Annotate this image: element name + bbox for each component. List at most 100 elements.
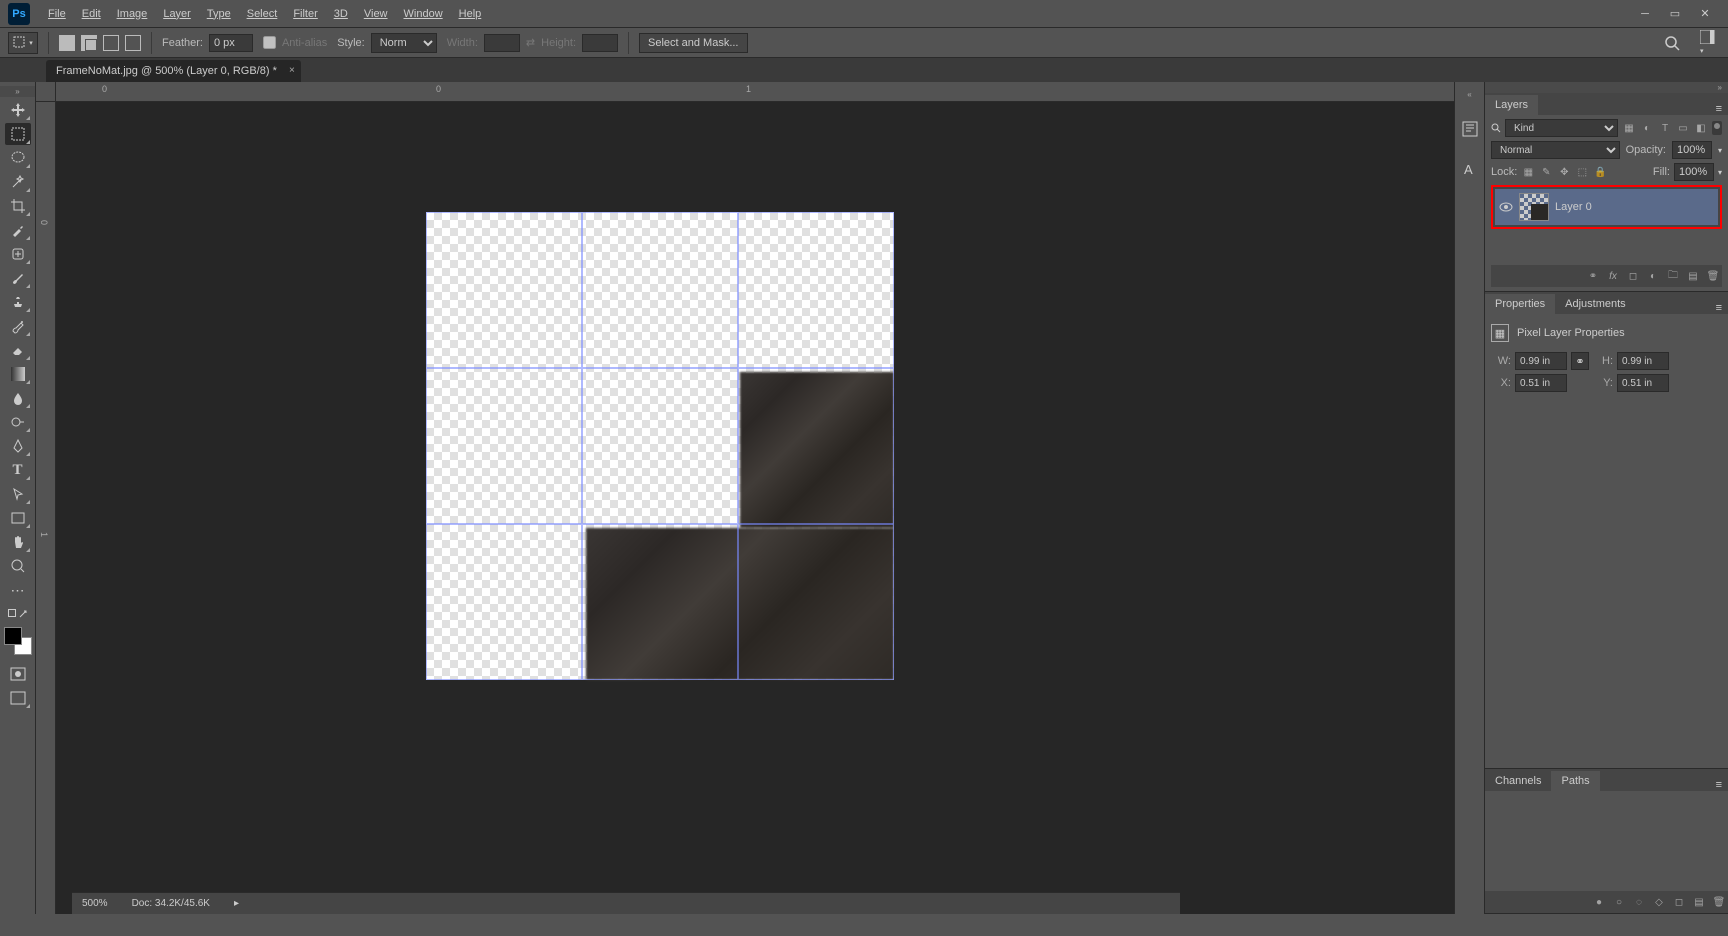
character-panel-icon[interactable]: A [1460,159,1480,179]
canvas-area[interactable]: 0 0 1 0 1 [36,82,1454,914]
menu-layer[interactable]: Layer [155,4,199,24]
group-icon[interactable]: 🗀 [1666,269,1680,283]
pen-tool[interactable] [5,435,31,457]
crop-tool[interactable] [5,195,31,217]
lasso-tool[interactable] [5,147,31,169]
menu-3d[interactable]: 3D [326,4,356,24]
quick-mask-toggle[interactable] [5,663,31,685]
clone-stamp-tool[interactable] [5,291,31,313]
visibility-toggle-icon[interactable] [1499,200,1513,214]
lock-position-icon[interactable]: ✥ [1557,165,1571,179]
ruler-vertical[interactable]: 0 1 [36,102,56,914]
adjustment-layer-icon[interactable]: ◐ [1646,269,1660,283]
menu-type[interactable]: Type [199,4,239,24]
adjustments-tab[interactable]: Adjustments [1555,294,1636,314]
opacity-dropdown-icon[interactable]: ▾ [1718,146,1722,155]
ruler-horizontal[interactable]: 0 0 1 [56,82,1454,102]
link-wh-icon[interactable]: ⚭ [1571,352,1589,370]
menu-view[interactable]: View [356,4,396,24]
tool-preset-picker[interactable]: ▾ [8,32,38,54]
selection-intersect-icon[interactable] [125,35,141,51]
selection-new-icon[interactable] [59,35,75,51]
layer-name[interactable]: Layer 0 [1555,201,1592,213]
zoom-tool[interactable] [5,555,31,577]
new-path-icon[interactable]: ▤ [1692,895,1706,909]
lock-artboard-icon[interactable]: ⬚ [1575,165,1589,179]
window-minimize-button[interactable]: ─ [1638,7,1652,21]
swap-wh-icon[interactable]: ⇄ [526,36,535,49]
path-selection-tool[interactable] [5,483,31,505]
window-close-button[interactable]: ✕ [1698,7,1712,21]
hand-tool[interactable] [5,531,31,553]
ruler-origin[interactable] [36,82,56,102]
screen-mode-toggle[interactable] [5,687,31,709]
blur-tool[interactable] [5,387,31,409]
filter-type-icon[interactable]: T [1658,121,1672,135]
search-icon[interactable] [1664,35,1680,51]
toolbar-toggle[interactable]: » [0,86,35,97]
menu-image[interactable]: Image [109,4,156,24]
filter-pixel-icon[interactable]: ▦ [1622,121,1636,135]
path-to-selection-icon[interactable]: ◌ [1632,895,1646,909]
type-tool[interactable]: T [5,459,31,481]
prop-x-input[interactable] [1515,374,1567,392]
menu-filter[interactable]: Filter [285,4,325,24]
feather-input[interactable] [209,34,253,52]
filter-smart-icon[interactable]: ◧ [1694,121,1708,135]
dock-toggle[interactable]: « [1467,90,1471,99]
right-dock-toggle[interactable]: » [1485,82,1728,93]
lock-pixels-icon[interactable]: ✎ [1539,165,1553,179]
status-flyout-icon[interactable]: ▸ [234,898,239,909]
fill-dropdown-icon[interactable]: ▾ [1718,168,1722,177]
rectangle-tool[interactable] [5,507,31,529]
dodge-tool[interactable] [5,411,31,433]
layer-style-icon[interactable]: fx [1606,269,1620,283]
menu-file[interactable]: File [40,4,74,24]
properties-tab[interactable]: Properties [1485,294,1555,314]
menu-window[interactable]: Window [396,4,451,24]
selection-add-icon[interactable] [81,35,97,51]
lock-all-icon[interactable]: 🔒 [1593,165,1607,179]
panel-menu-icon[interactable]: ≡ [1710,302,1728,314]
filter-toggle-switch[interactable] [1712,121,1722,135]
eyedropper-tool[interactable] [5,219,31,241]
fill-path-icon[interactable]: ● [1592,895,1606,909]
stroke-path-icon[interactable]: ○ [1612,895,1626,909]
layer-mask-icon[interactable]: ◻ [1626,269,1640,283]
add-mask-icon[interactable]: ◻ [1672,895,1686,909]
new-layer-icon[interactable]: ▤ [1686,269,1700,283]
filter-shape-icon[interactable]: ▭ [1676,121,1690,135]
menu-edit[interactable]: Edit [74,4,109,24]
workspace-switcher-icon[interactable]: ▾ [1700,30,1720,56]
layers-tab[interactable]: Layers [1485,95,1538,115]
layer-row-selected[interactable]: Layer 0 [1495,189,1718,225]
channels-tab[interactable]: Channels [1485,771,1551,791]
magic-wand-tool[interactable] [5,171,31,193]
history-brush-tool[interactable] [5,315,31,337]
selection-to-path-icon[interactable]: ◇ [1652,895,1666,909]
canvas-document[interactable] [426,212,894,680]
window-restore-button[interactable]: ▭ [1668,7,1682,21]
color-swap-icon[interactable] [5,609,31,619]
layer-thumbnail[interactable] [1519,193,1549,221]
select-and-mask-button[interactable]: Select and Mask... [639,33,748,53]
prop-y-input[interactable] [1617,374,1669,392]
layer-filter-kind-select[interactable]: Kind [1505,119,1618,137]
history-panel-icon[interactable] [1460,119,1480,139]
delete-layer-icon[interactable]: 🗑 [1706,269,1720,283]
panel-menu-icon[interactable]: ≡ [1710,779,1728,791]
move-tool[interactable] [5,99,31,121]
gradient-tool[interactable] [5,363,31,385]
marquee-tool[interactable] [5,123,31,145]
menu-select[interactable]: Select [239,4,286,24]
menu-help[interactable]: Help [451,4,490,24]
eraser-tool[interactable] [5,339,31,361]
close-icon[interactable]: × [289,65,295,76]
document-tab[interactable]: FrameNoMat.jpg @ 500% (Layer 0, RGB/8) *… [46,60,301,82]
edit-toolbar-button[interactable]: ⋯ [5,579,31,601]
brush-tool[interactable] [5,267,31,289]
prop-h-input[interactable] [1617,352,1669,370]
foreground-color-swatch[interactable] [4,627,22,645]
fill-input[interactable] [1674,163,1714,181]
healing-brush-tool[interactable] [5,243,31,265]
